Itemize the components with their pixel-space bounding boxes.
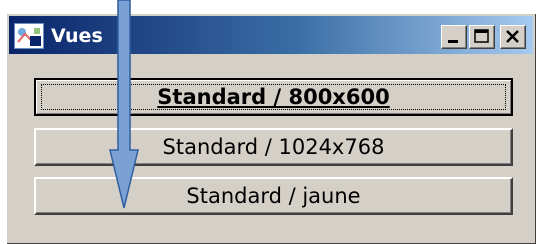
minimize-button[interactable] [441, 25, 467, 49]
view-button-label: Standard / 800x600 [157, 85, 390, 109]
view-button-label: Standard / 1024x768 [162, 135, 385, 159]
window-title: Vues [51, 25, 103, 47]
window-client-area: Standard / 800x600 Standard / 1024x768 S… [9, 57, 533, 241]
minimize-icon [448, 40, 458, 43]
close-icon [506, 30, 519, 43]
app-logo-icon [14, 23, 44, 49]
view-button-1024x768[interactable]: Standard / 1024x768 [34, 128, 513, 166]
vues-window: Vues Standard / 800x600 Standard / 1024x… [6, 13, 536, 244]
maximize-button[interactable] [469, 25, 495, 49]
view-button-800x600[interactable]: Standard / 800x600 [34, 78, 513, 116]
view-button-label: Standard / jaune [186, 184, 361, 208]
view-button-jaune[interactable]: Standard / jaune [34, 177, 513, 215]
close-button[interactable] [500, 25, 526, 49]
title-bar[interactable]: Vues [9, 16, 533, 54]
maximize-icon [474, 29, 489, 43]
